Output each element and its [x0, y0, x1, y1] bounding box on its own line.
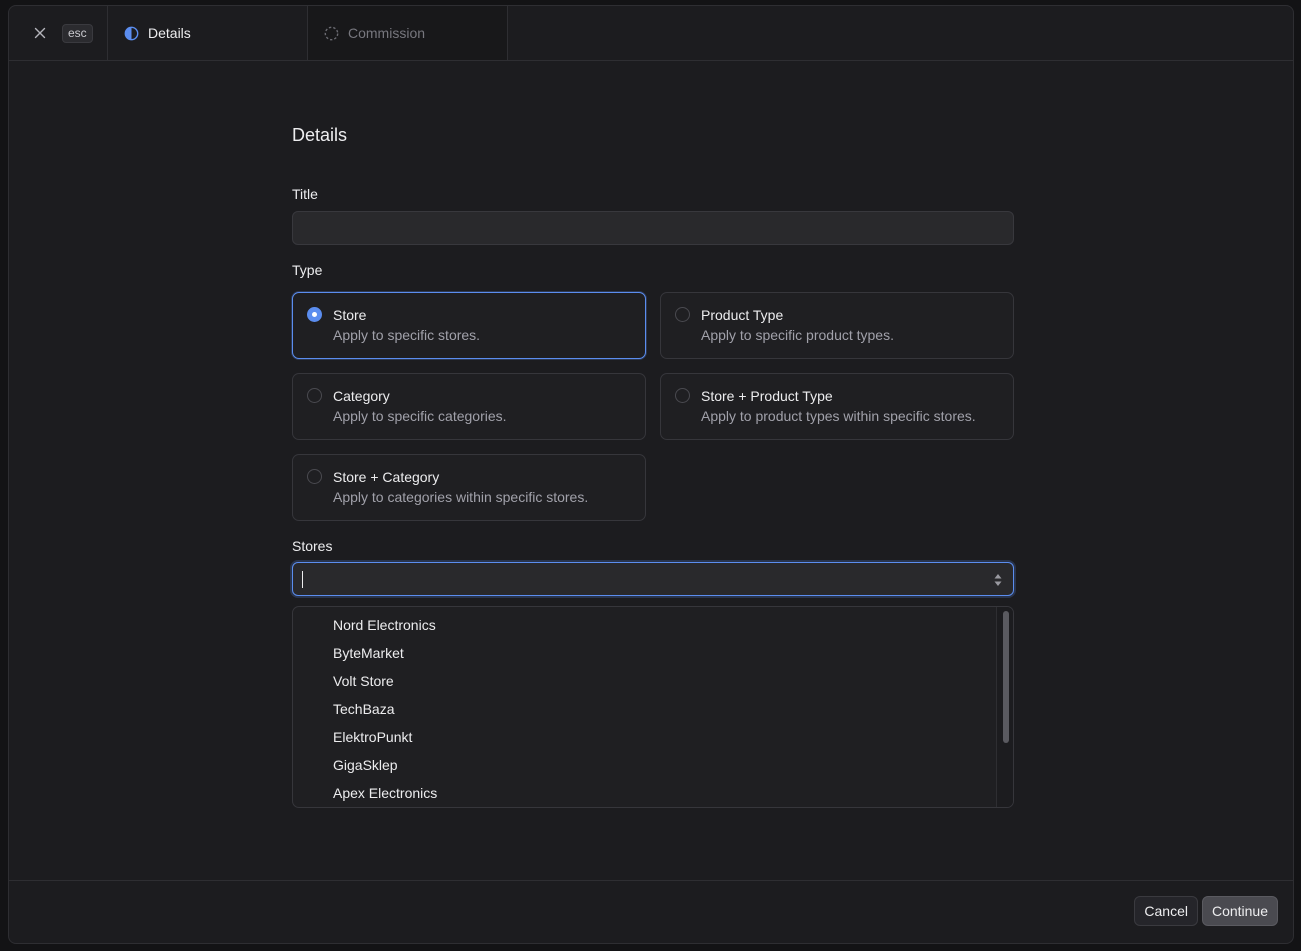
store-option[interactable]: TechBaza — [333, 699, 394, 719]
type-option-category[interactable]: Category Apply to specific categories. — [292, 373, 646, 440]
type-option-description: Apply to specific categories. — [333, 408, 507, 424]
type-option-description: Apply to product types within specific s… — [701, 408, 976, 424]
type-option-title: Category — [333, 388, 390, 404]
dropdown-scrollbar[interactable] — [996, 607, 1013, 807]
radio-store-product-type[interactable] — [675, 388, 690, 403]
type-option-title: Store + Product Type — [701, 388, 833, 404]
store-option[interactable]: Nord Electronics — [333, 615, 436, 635]
create-commission-modal: esc Details Commission Details Title Typ — [8, 5, 1294, 944]
dropdown-scrollbar-thumb[interactable] — [1003, 611, 1009, 743]
details-form: Details Title Type Store Apply to specif… — [292, 125, 1014, 808]
radio-store-category[interactable] — [307, 469, 322, 484]
type-option-product-type[interactable]: Product Type Apply to specific product t… — [660, 292, 1014, 359]
close-icon[interactable] — [31, 24, 49, 42]
tab-details-label: Details — [148, 25, 191, 41]
cancel-button[interactable]: Cancel — [1134, 896, 1198, 926]
type-option-description: Apply to specific product types. — [701, 327, 894, 343]
type-option-description: Apply to specific stores. — [333, 327, 481, 343]
modal-topbar: esc Details Commission — [9, 6, 1293, 61]
esc-shortcut-badge: esc — [62, 23, 93, 43]
type-option-title: Store + Category — [333, 469, 440, 485]
radio-store[interactable] — [307, 307, 322, 322]
title-input[interactable] — [292, 211, 1014, 245]
tab-details[interactable]: Details — [108, 6, 308, 60]
stores-combobox-input[interactable] — [292, 562, 1014, 596]
title-label: Title — [292, 186, 318, 202]
type-label: Type — [292, 262, 323, 278]
page-title: Details — [292, 125, 348, 145]
tab-commission-label: Commission — [348, 25, 426, 41]
store-option[interactable]: ElektroPunkt — [333, 727, 412, 747]
tab-commission[interactable]: Commission — [308, 6, 508, 60]
type-option-store[interactable]: Store Apply to specific stores. — [292, 292, 646, 359]
store-option[interactable]: Apex Electronics — [333, 783, 437, 803]
close-area: esc — [9, 6, 108, 60]
stores-dropdown-list: Nord Electronics ByteMarket Volt Store T… — [292, 606, 1014, 808]
radio-product-type[interactable] — [675, 307, 690, 322]
continue-button[interactable]: Continue — [1201, 896, 1278, 926]
half-circle-icon — [124, 26, 139, 41]
type-option-title: Product Type — [701, 307, 784, 323]
type-option-title: Store — [333, 307, 367, 323]
text-caret — [302, 571, 303, 588]
chevron-up-down-icon[interactable] — [993, 572, 1003, 593]
modal-footer: Cancel Continue — [9, 880, 1293, 943]
dashed-circle-icon — [324, 26, 339, 41]
type-option-store-category[interactable]: Store + Category Apply to categories wit… — [292, 454, 646, 521]
store-option[interactable]: GigaSklep — [333, 755, 398, 775]
radio-category[interactable] — [307, 388, 322, 403]
type-option-store-product-type[interactable]: Store + Product Type Apply to product ty… — [660, 373, 1014, 440]
stores-label: Stores — [292, 538, 333, 554]
store-option[interactable]: Volt Store — [333, 671, 394, 691]
type-option-description: Apply to categories within specific stor… — [333, 489, 589, 505]
store-option[interactable]: ByteMarket — [333, 643, 404, 663]
